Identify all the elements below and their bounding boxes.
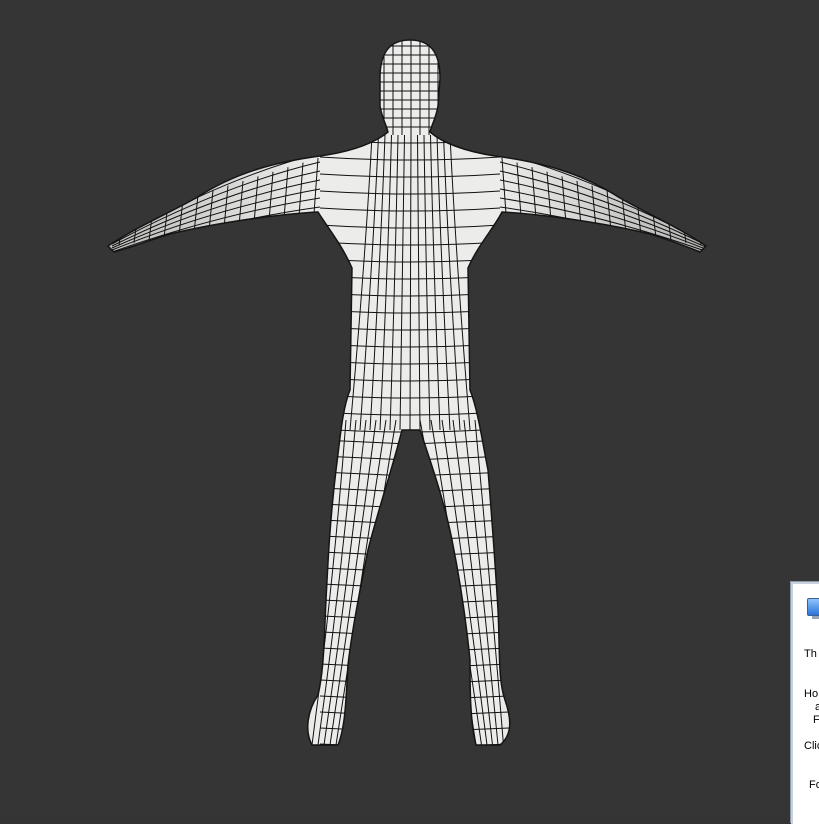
notification-window[interactable]: Th Ho a F Clic Fo xyxy=(791,582,819,824)
popup-line-6: Fo xyxy=(809,779,819,791)
popup-line-2: Ho xyxy=(804,688,819,700)
3d-viewport[interactable] xyxy=(0,0,819,816)
computer-icon xyxy=(807,598,819,619)
character-mesh xyxy=(107,39,707,746)
body-surface xyxy=(107,39,707,746)
popup-line-5[interactable]: Clic xyxy=(804,740,819,753)
popup-line-1: Th xyxy=(804,648,817,660)
popup-line-3: a xyxy=(815,701,819,714)
popup-line-4: F xyxy=(813,714,819,727)
